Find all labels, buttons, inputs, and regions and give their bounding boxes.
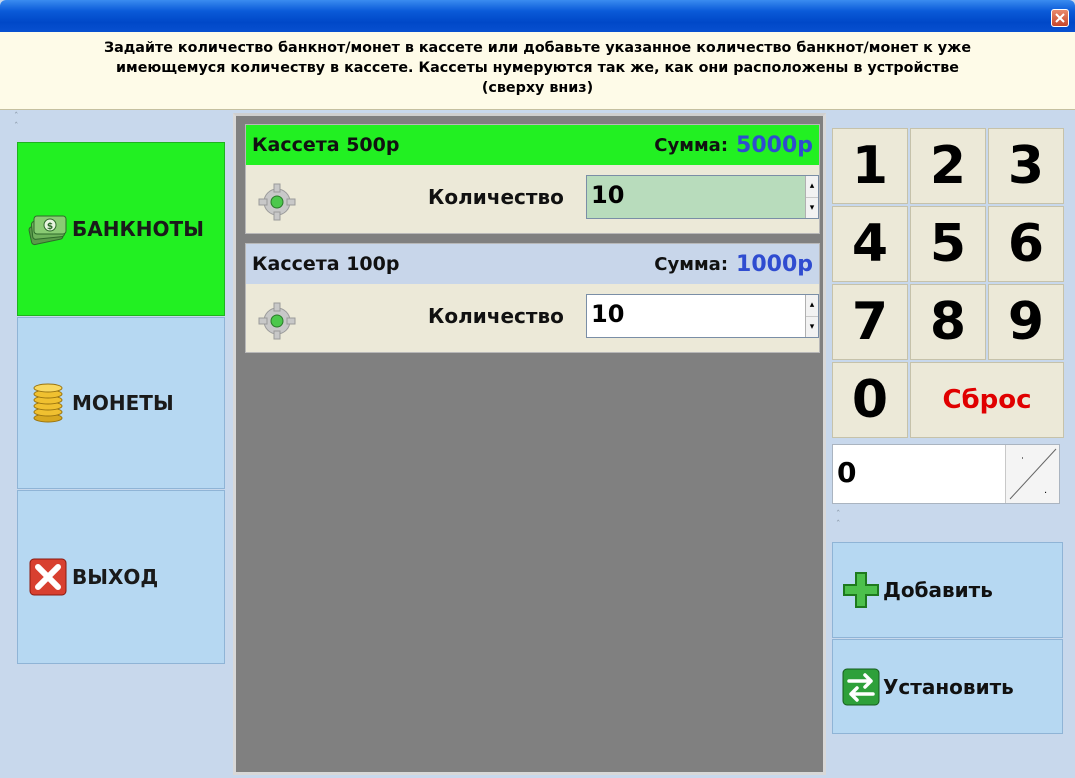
keypad-value-input[interactable]: 0 ˙ . [832, 444, 1060, 504]
quantity-spinner[interactable]: ▴ ▾ [805, 176, 818, 218]
cassette-header: Кассета 100р Сумма: 1000р [246, 244, 819, 284]
close-button[interactable] [1051, 9, 1069, 27]
quantity-input[interactable]: 10 ▴ ▾ [586, 294, 819, 338]
add-label: Добавить [883, 578, 993, 602]
set-label: Установить [883, 674, 1014, 699]
key-3-button[interactable]: 3 [988, 128, 1064, 204]
quantity-label: Количество [428, 185, 564, 209]
keypad-value[interactable]: 0 [833, 445, 1005, 503]
spinner-icon: ˙ . [1009, 448, 1057, 500]
key-1-button[interactable]: 1 [832, 128, 908, 204]
cassette-header: Кассета 500р Сумма: 5000р [246, 125, 819, 165]
svg-text:˙: ˙ [1020, 457, 1025, 468]
key-7-button[interactable]: 7 [832, 284, 908, 360]
exit-icon [26, 555, 70, 599]
quantity-value[interactable]: 10 [587, 295, 805, 337]
cassette-body: Количество 10 ▴ ▾ [246, 284, 819, 352]
quantity-label: Количество [428, 304, 564, 328]
add-button[interactable]: Добавить [832, 542, 1063, 638]
key-4-button[interactable]: 4 [832, 206, 908, 282]
spin-down-icon[interactable]: ▾ [806, 315, 818, 337]
key-8-button[interactable]: 8 [910, 284, 986, 360]
key-2-button[interactable]: 2 [910, 128, 986, 204]
instructions-line-3: (сверху вниз) [481, 80, 594, 96]
collapse-arrow-icon[interactable]: ˆˆ [14, 112, 19, 132]
menu-exit-button[interactable]: ВЫХОД [17, 490, 225, 664]
close-icon [1055, 13, 1065, 23]
instructions-line-2: имеющемуся количеству в кассете. Кассеты… [115, 60, 960, 76]
cassette-card: Кассета 500р Сумма: 5000р Количество 10 … [245, 124, 820, 234]
app-window: Задайте количество банкнот/монет в кассе… [0, 0, 1075, 778]
sum-value: 5000р [736, 132, 813, 158]
sum-value: 1000р [736, 251, 813, 277]
title-bar [0, 0, 1075, 32]
cassette-panel: Кассета 500р Сумма: 5000р Количество 10 … [233, 113, 826, 775]
quantity-value[interactable]: 10 [587, 176, 805, 218]
menu-coins-label: МОНЕТЫ [72, 391, 174, 415]
svg-text:.: . [1044, 485, 1047, 496]
cassette-card: Кассета 100р Сумма: 1000р Количество 10 … [245, 243, 820, 353]
settings-gear-icon[interactable] [256, 181, 298, 223]
key-5-button[interactable]: 5 [910, 206, 986, 282]
key-6-button[interactable]: 6 [988, 206, 1064, 282]
spin-up-icon[interactable]: ▴ [806, 176, 818, 197]
cassette-title: Кассета 100р [252, 253, 400, 275]
swap-arrows-icon [839, 665, 883, 709]
sum-label: Сумма: [654, 253, 729, 275]
reset-button[interactable]: Сброс [910, 362, 1064, 438]
menu-exit-label: ВЫХОД [72, 565, 159, 589]
coins-icon [26, 381, 70, 425]
settings-gear-icon[interactable] [256, 300, 298, 342]
spin-down-icon[interactable]: ▾ [806, 196, 818, 218]
key-9-button[interactable]: 9 [988, 284, 1064, 360]
quantity-input[interactable]: 10 ▴ ▾ [586, 175, 819, 219]
set-button[interactable]: Установить [832, 639, 1063, 734]
menu-banknotes-label: БАНКНОТЫ [72, 217, 204, 241]
collapse-arrow-icon[interactable]: ˆˆ [836, 510, 841, 530]
instructions-line-1: Задайте количество банкнот/монет в кассе… [103, 40, 972, 56]
banknotes-icon: $ [26, 207, 70, 251]
quantity-spinner[interactable]: ▴ ▾ [805, 295, 818, 337]
spin-up-icon[interactable]: ▴ [806, 295, 818, 316]
menu-banknotes-button[interactable]: $ БАНКНОТЫ [17, 142, 225, 316]
cassette-body: Количество 10 ▴ ▾ [246, 165, 819, 233]
menu-coins-button[interactable]: МОНЕТЫ [17, 317, 225, 489]
sum-label: Сумма: [654, 134, 729, 156]
cassette-title: Кассета 500р [252, 134, 400, 156]
instructions-text: Задайте количество банкнот/монет в кассе… [0, 32, 1075, 110]
key-0-button[interactable]: 0 [832, 362, 908, 438]
keypad-value-spinner[interactable]: ˙ . [1005, 445, 1059, 503]
plus-icon [839, 568, 883, 612]
svg-text:$: $ [47, 222, 53, 232]
